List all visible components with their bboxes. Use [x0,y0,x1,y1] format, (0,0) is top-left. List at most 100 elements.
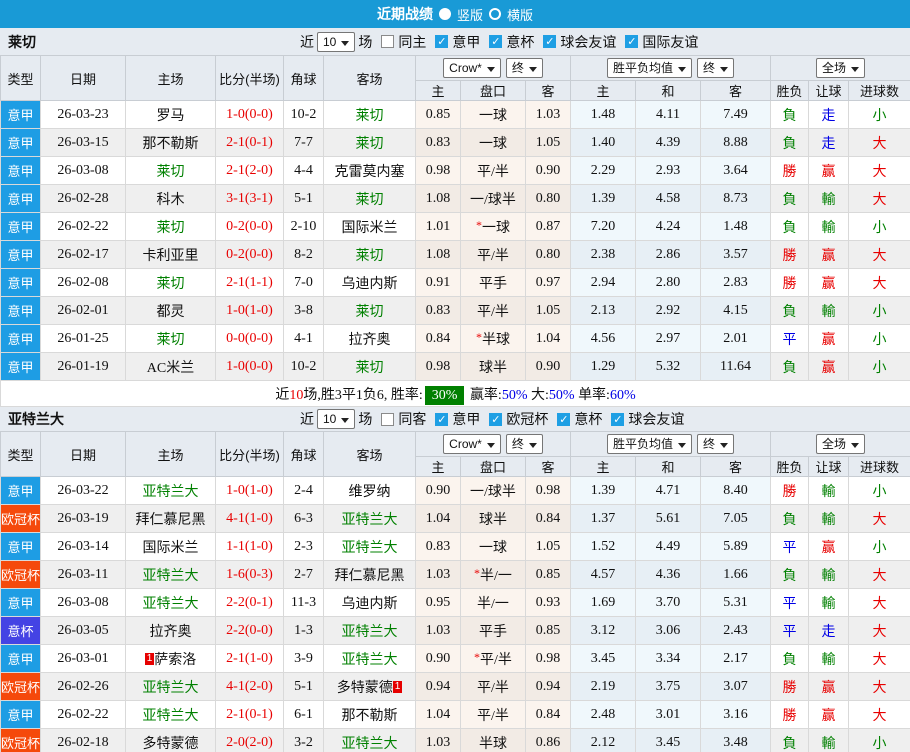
home-team-name: 多特蒙德 [142,736,199,752]
odds-away-cell: 0.93 [525,588,571,617]
handicap-result-cell: 赢 [808,532,850,561]
page-title: 近期战绩 [376,6,433,22]
header-group-1: 胜平负均值终 [569,431,772,457]
handicap-cell: 一球 [460,532,526,561]
scope-select[interactable]: 全场 [816,58,866,78]
league-label-1: 意杯 [506,35,535,51]
header-group-0: Crow* 终 [415,431,571,457]
same-side-checkbox[interactable] [381,35,395,48]
bookmaker-select[interactable]: Crow* [443,58,501,78]
odds-home-cell: 0.85 [415,100,461,129]
away-team-cell: 莱切 [323,296,416,325]
avg-stage-select[interactable]: 终 [697,58,735,78]
corner-cell: 10-2 [283,352,324,381]
league-checkbox-0[interactable]: ✓ [435,412,449,426]
home-team-name: 拜仁慕尼黑 [135,512,206,528]
goals-result-cell: 大 [848,156,910,185]
date-cell: 26-03-05 [40,616,126,645]
away-team-name: 莱切 [355,304,384,320]
vertical-layout-radio[interactable] [438,8,451,20]
sub-header-1: 盘口 [460,80,526,101]
col-header-5: 客场 [323,55,416,101]
sub-header-4: 和 [635,456,701,477]
odds-stage-select[interactable]: 终 [505,434,543,454]
goals-result-cell: 小 [848,324,910,353]
section-filter-bar: 莱切近 10 场同主 ✓ 意甲 ✓ 意杯 ✓ 球会友谊 ✓ 国际友谊 [0,28,910,55]
away-team-name: 那不勒斯 [341,708,398,724]
date-cell: 26-01-19 [40,352,126,381]
avg-away-cell: 8.40 [699,476,772,505]
result-cell: 平 [770,324,810,353]
sub-header-7: 让球 [808,80,850,101]
odds-away-cell: 0.87 [525,212,571,241]
avg-home-cell: 3.12 [570,616,636,645]
avg-away-cell: 11.64 [699,352,772,381]
odds-home-cell: 0.84 [415,324,461,353]
avg-type-select[interactable]: 胜平负均值 [606,434,692,454]
vertical-layout-label[interactable]: 竖版 [457,5,483,24]
score-cell: 2-1(0-1) [215,128,284,157]
handicap-cell: 平/半 [460,700,526,729]
near-label: 近 [300,413,314,428]
league-type-badge: 意甲 [0,156,41,185]
scope-select[interactable]: 全场 [816,434,866,454]
avg-home-cell: 1.37 [570,504,636,533]
league-checkbox-3[interactable]: ✓ [611,412,625,426]
summary-text: 赢率: [466,387,502,403]
handicap-cell: *一球 [460,212,526,241]
matches-label: 场 [358,413,373,428]
home-team-cell: 罗马 [125,100,216,129]
handicap-cell: *半/一 [460,560,526,589]
league-type-badge: 欧冠杯 [0,504,41,533]
league-checkbox-0[interactable]: ✓ [435,35,449,48]
league-checkbox-1[interactable]: ✓ [489,35,503,48]
league-type-badge: 意杯 [0,616,41,645]
odds-away-cell: 0.85 [525,616,571,645]
col-header-1: 日期 [40,55,126,101]
goals-result-cell: 小 [848,100,910,129]
result-cell: 負 [770,100,810,129]
away-team-name: 莱切 [355,360,384,376]
handicap-result-cell: 輸 [808,560,850,589]
home-team-cell: 亚特兰大 [125,672,216,701]
handicap-result-cell: 赢 [808,156,850,185]
score-cell: 2-1(2-0) [215,156,284,185]
date-cell: 26-02-18 [40,728,126,752]
date-cell: 26-03-19 [40,504,126,533]
league-checkbox-2[interactable]: ✓ [543,35,557,48]
handicap-result-cell: 走 [808,100,850,129]
odds-home-cell: 0.95 [415,588,461,617]
col-header-4: 角球 [283,55,324,101]
handicap-result-cell: 赢 [808,352,850,381]
horizontal-layout-label[interactable]: 横版 [507,5,533,24]
league-type-badge: 意甲 [0,240,41,269]
avg-draw-cell: 3.75 [635,672,701,701]
avg-stage-select[interactable]: 终 [697,434,735,454]
header-select-group: 胜平负均值终 [572,58,770,78]
odds-away-cell: 0.85 [525,560,571,589]
bookmaker-select[interactable]: Crow* [443,434,501,454]
league-checkbox-1[interactable]: ✓ [489,412,503,426]
same-side-checkbox[interactable] [381,412,395,426]
handicap-result-cell: 輸 [808,184,850,213]
league-label-3: 球会友谊 [628,413,685,428]
handicap-change-star: * [474,565,481,580]
league-checkbox-3[interactable]: ✓ [625,35,639,48]
corner-cell: 4-1 [283,324,324,353]
league-type-badge: 意甲 [0,184,41,213]
away-team-cell: 亚特兰大 [323,616,416,645]
away-team-cell: 亚特兰大 [323,504,416,533]
match-count-select[interactable]: 10 [317,409,356,429]
horizontal-layout-radio[interactable] [489,8,501,20]
match-count-select[interactable]: 10 [317,31,356,52]
odds-stage-select[interactable]: 终 [505,58,543,78]
home-team-name: 罗马 [156,108,185,124]
league-checkbox-2[interactable]: ✓ [557,412,571,426]
sub-header-0: 主 [415,80,461,101]
corner-cell: 5-1 [283,184,324,213]
away-team-name: 亚特兰大 [341,512,398,528]
handicap-change-star: * [474,649,481,664]
avg-type-select[interactable]: 胜平负均值 [606,58,692,78]
sub-header-5: 客 [699,456,772,477]
home-team-cell: 亚特兰大 [125,588,216,617]
